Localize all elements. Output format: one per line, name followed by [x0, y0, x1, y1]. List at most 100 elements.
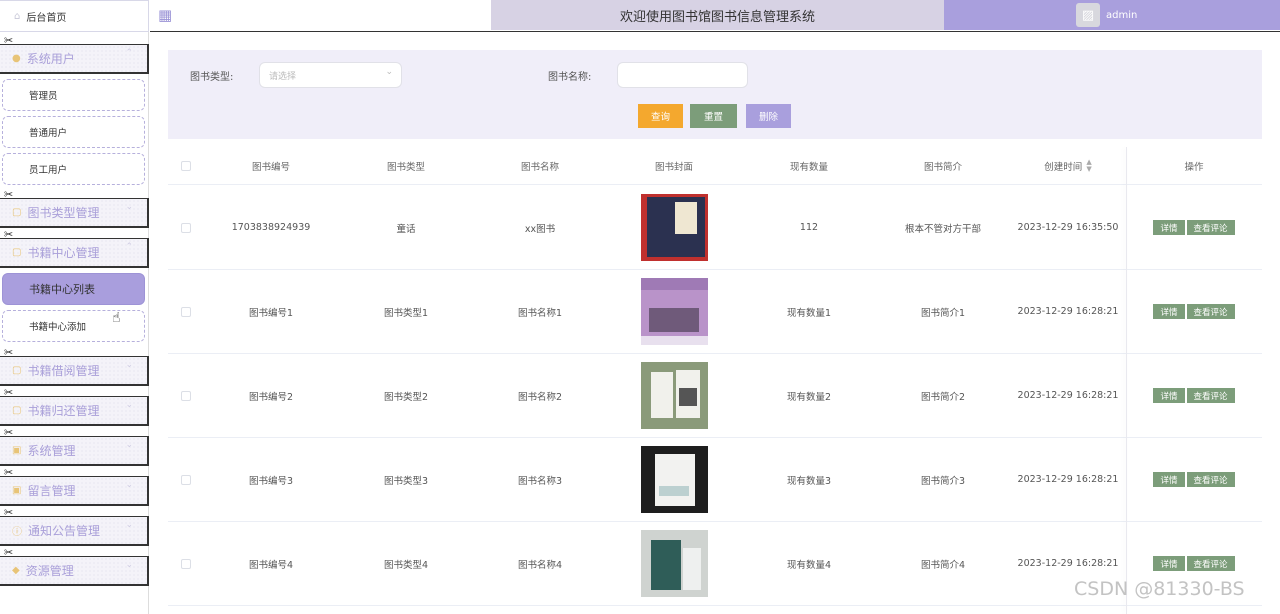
cell-book-name: 图书名称4 [517, 559, 563, 571]
book-cover-image[interactable] [640, 194, 708, 261]
grid-menu-icon[interactable]: ▦ [158, 6, 172, 24]
cell-intro: 根本不管对方干部 [904, 223, 981, 235]
book-type-label: 图书类型: [190, 72, 234, 83]
book-cover-image[interactable] [640, 362, 708, 429]
view-reviews-button[interactable]: 查看评论 [1186, 220, 1235, 235]
detail-button[interactable]: 详情 [1153, 556, 1185, 571]
watermark: CSDN @81330-BS [1074, 578, 1245, 600]
chevron-down-icon: ⌄ [125, 360, 133, 370]
delete-button[interactable]: 删除 [746, 104, 791, 128]
document-icon: ▢ [12, 365, 22, 376]
view-reviews-button[interactable]: 查看评论 [1186, 304, 1235, 319]
document-icon: ▢ [12, 207, 22, 218]
row-checkbox[interactable] [181, 390, 191, 401]
cell-book-no: 1703838924939 [231, 222, 311, 233]
paperclip-icon: ✂ [4, 466, 14, 479]
cell-intro: 图书简介2 [920, 391, 966, 403]
cell-book-name: xx图书 [524, 223, 556, 235]
col-qty: 现有数量 [789, 161, 828, 173]
paperclip-icon: ✂ [4, 346, 14, 359]
sidebar-group-system[interactable]: ✂ ▣ 系统管理 ⌄ [0, 426, 149, 466]
col-created-label: 创建时间 [1044, 161, 1083, 173]
sidebar-group-book-center[interactable]: ✂ ▢ 书籍中心管理 ⌃ [0, 228, 149, 268]
cell-book-type: 图书类型3 [383, 475, 429, 487]
detail-button[interactable]: 详情 [1153, 472, 1185, 487]
sidebar-item-normal-user[interactable]: 普通用户 [2, 116, 145, 148]
table-row: 图书编号3 图书类型3 图书名称3 现有数量3 图书简介3 2023-12-29… [168, 438, 1262, 522]
book-cover-image[interactable] [640, 278, 708, 345]
book-cover-image[interactable] [640, 446, 708, 513]
user-icon: ● [12, 53, 21, 64]
select-all-checkbox[interactable] [181, 160, 191, 171]
book-name-input[interactable] [617, 62, 748, 88]
paperclip-icon: ✂ [4, 426, 14, 439]
book-type-select[interactable]: 请选择 ⌄ [259, 62, 402, 88]
view-reviews-button[interactable]: 查看评论 [1186, 556, 1235, 571]
sidebar: ⌂ 后台首页 ✂ ● 系统用户 ⌃ 管理员 普通用户 员工用户 ✂ ▢ 图书类型… [0, 0, 149, 614]
book-name-label: 图书名称: [548, 72, 592, 83]
sidebar-item-book-add[interactable]: 书籍中心添加 [2, 310, 145, 342]
col-intro: 图书简介 [923, 161, 962, 173]
cell-qty: 现有数量3 [786, 475, 832, 487]
sidebar-group-system-users[interactable]: ✂ ● 系统用户 ⌃ [0, 34, 149, 74]
chevron-down-icon: ⌄ [125, 560, 133, 570]
sidebar-item-book-list[interactable]: 书籍中心列表 [2, 273, 145, 305]
chevron-down-icon: ⌄ [125, 480, 133, 490]
paperclip-icon: ✂ [4, 34, 14, 47]
cell-book-name: 图书名称1 [517, 307, 563, 319]
table-row: 图书编号2 图书类型2 图书名称2 现有数量2 图书简介2 2023-12-29… [168, 354, 1262, 438]
cell-book-no: 图书编号4 [248, 559, 294, 571]
col-cover: 图书封面 [654, 161, 693, 173]
paperclip-icon: ✂ [4, 546, 14, 559]
image-icon: ▣ [12, 485, 22, 496]
detail-button[interactable]: 详情 [1153, 388, 1185, 403]
app-title: 欢迎使用图书馆图书信息管理系统 [619, 9, 815, 25]
paperclip-icon: ✂ [4, 506, 14, 519]
image-icon: ▣ [12, 445, 22, 456]
row-checkbox[interactable] [181, 558, 191, 569]
sidebar-group-resources[interactable]: ✂ ◆ 资源管理 ⌄ [0, 546, 149, 586]
detail-button[interactable]: 详情 [1153, 220, 1185, 235]
sidebar-item-home[interactable]: ⌂ 后台首页 [0, 0, 149, 32]
cell-created: 2023-12-29 16:28:21 [1017, 390, 1119, 401]
table-row: 1703838924939 童话 xx图书 112 根本不管对方干部 2023-… [168, 186, 1262, 270]
sidebar-item-admin[interactable]: 管理员 [2, 79, 145, 111]
detail-button[interactable]: 详情 [1153, 304, 1185, 319]
reset-button[interactable]: 重置 [690, 104, 737, 128]
search-button[interactable]: 查询 [638, 104, 683, 128]
view-reviews-button[interactable]: 查看评论 [1186, 388, 1235, 403]
cell-book-name: 图书名称3 [517, 475, 563, 487]
sidebar-group-book-types[interactable]: ✂ ▢ 图书类型管理 ⌄ [0, 188, 149, 228]
user-name[interactable]: admin [1106, 10, 1137, 21]
sidebar-group-return[interactable]: ✂ ▢ 书籍归还管理 ⌄ [0, 386, 149, 426]
cell-created: 2023-12-29 16:28:21 [1017, 474, 1119, 485]
top-header: ▦ 欢迎使用图书馆图书信息管理系统 ▨ admin [150, 0, 1280, 32]
cell-book-no: 图书编号1 [248, 307, 294, 319]
row-checkbox[interactable] [181, 222, 191, 233]
home-icon: ⌂ [14, 10, 21, 22]
avatar-image-icon[interactable]: ▨ [1076, 3, 1100, 27]
chevron-up-icon: ⌃ [125, 48, 133, 58]
cell-qty: 现有数量4 [786, 559, 832, 571]
cell-intro: 图书简介3 [920, 475, 966, 487]
view-reviews-button[interactable]: 查看评论 [1186, 472, 1235, 487]
shield-icon: ◆ [12, 565, 20, 576]
sidebar-item-staff-user[interactable]: 员工用户 [2, 153, 145, 185]
sort-icon[interactable]: ▲ ▼ [1086, 158, 1091, 173]
table-header: 图书编号 图书类型 图书名称 图书封面 现有数量 图书简介 创建时间 ▲ ▼ 操作 [168, 147, 1262, 185]
sidebar-group-borrow[interactable]: ✂ ▢ 书籍借阅管理 ⌄ [0, 346, 149, 386]
cell-book-type: 图书类型1 [383, 307, 429, 319]
row-checkbox[interactable] [181, 306, 191, 317]
cell-book-name: 图书名称2 [517, 391, 563, 403]
chevron-down-icon: ⌄ [125, 202, 133, 212]
cell-created: 2023-12-29 16:28:21 [1017, 306, 1119, 317]
col-created[interactable]: 创建时间 ▲ ▼ [1010, 147, 1126, 184]
sidebar-group-notices[interactable]: ✂ ⓘ 通知公告管理 ⌄ [0, 506, 149, 546]
sidebar-group-messages[interactable]: ✂ ▣ 留言管理 ⌄ [0, 466, 149, 506]
user-box[interactable]: ▨ admin [944, 0, 1280, 30]
header-title-box: 欢迎使用图书馆图书信息管理系统 [491, 0, 944, 30]
chevron-down-icon: ⌄ [125, 440, 133, 450]
row-checkbox[interactable] [181, 474, 191, 485]
info-circle-icon: ⓘ [12, 527, 22, 538]
book-cover-image[interactable] [640, 530, 708, 597]
